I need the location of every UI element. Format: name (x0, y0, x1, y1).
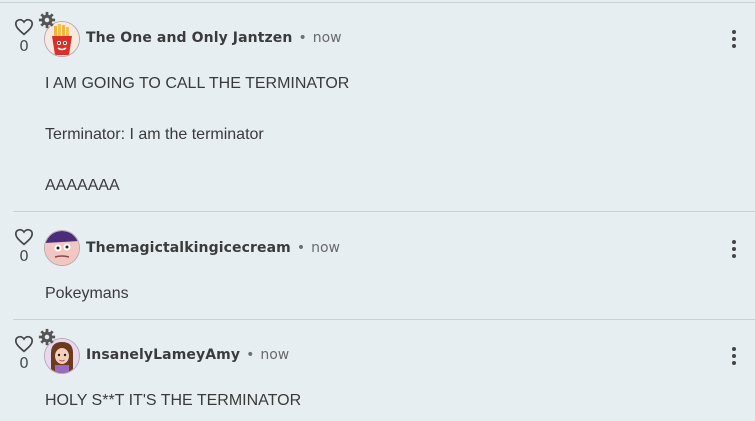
gear-icon (38, 328, 56, 346)
comment-text-line: Terminator: I am the terminator (45, 126, 264, 143)
dot (732, 347, 736, 351)
comment-text-line: HOLY S**T IT'S THE TERMINATOR (45, 392, 302, 409)
comment-text-line: I AM GOING TO CALL THE TERMINATOR (45, 75, 350, 92)
dot (732, 37, 736, 41)
timestamp: now (311, 240, 340, 256)
like-control[interactable]: 0 (12, 228, 36, 264)
like-count: 0 (19, 354, 29, 372)
more-options-button[interactable] (724, 27, 744, 51)
like-count: 0 (19, 37, 29, 55)
separator-dot: • (296, 240, 306, 256)
dot (732, 247, 736, 251)
avatar[interactable] (38, 11, 80, 57)
comment-divider (13, 211, 755, 212)
like-count: 0 (19, 247, 29, 265)
separator-dot: • (298, 30, 307, 46)
heart-icon[interactable] (14, 335, 34, 353)
username[interactable]: InsanelyLameyAmy (86, 347, 240, 363)
like-control[interactable]: 0 (12, 18, 36, 54)
separator-dot: • (246, 347, 255, 363)
username[interactable]: Themagictalkingicecream (86, 240, 291, 256)
more-options-button[interactable] (724, 237, 744, 261)
cartoon-face-icon (44, 230, 80, 266)
avatar[interactable] (44, 230, 80, 266)
username[interactable]: The One and Only Jantzen (86, 30, 292, 46)
timestamp: now (312, 30, 342, 46)
comment-header: The One and Only Jantzen • now (86, 29, 342, 47)
dot (732, 361, 736, 365)
dot (732, 240, 736, 244)
heart-icon[interactable] (14, 228, 34, 246)
gear-icon (38, 11, 56, 29)
more-options-button[interactable] (724, 344, 744, 368)
like-control[interactable]: 0 (12, 335, 36, 371)
timestamp: now (260, 347, 290, 363)
avatar[interactable] (38, 328, 80, 374)
comment-header: InsanelyLameyAmy • now (86, 346, 289, 364)
top-divider (0, 2, 755, 3)
comment-header: Themagictalkingicecream • now (86, 239, 340, 257)
dot (732, 44, 736, 48)
dot (732, 30, 736, 34)
comment-text-line: AAAAAAA (45, 177, 120, 194)
heart-icon[interactable] (14, 18, 34, 36)
comment-text-line: Pokeymans (45, 285, 129, 302)
dot (732, 254, 736, 258)
dot (732, 354, 736, 358)
comment-divider (13, 319, 755, 320)
